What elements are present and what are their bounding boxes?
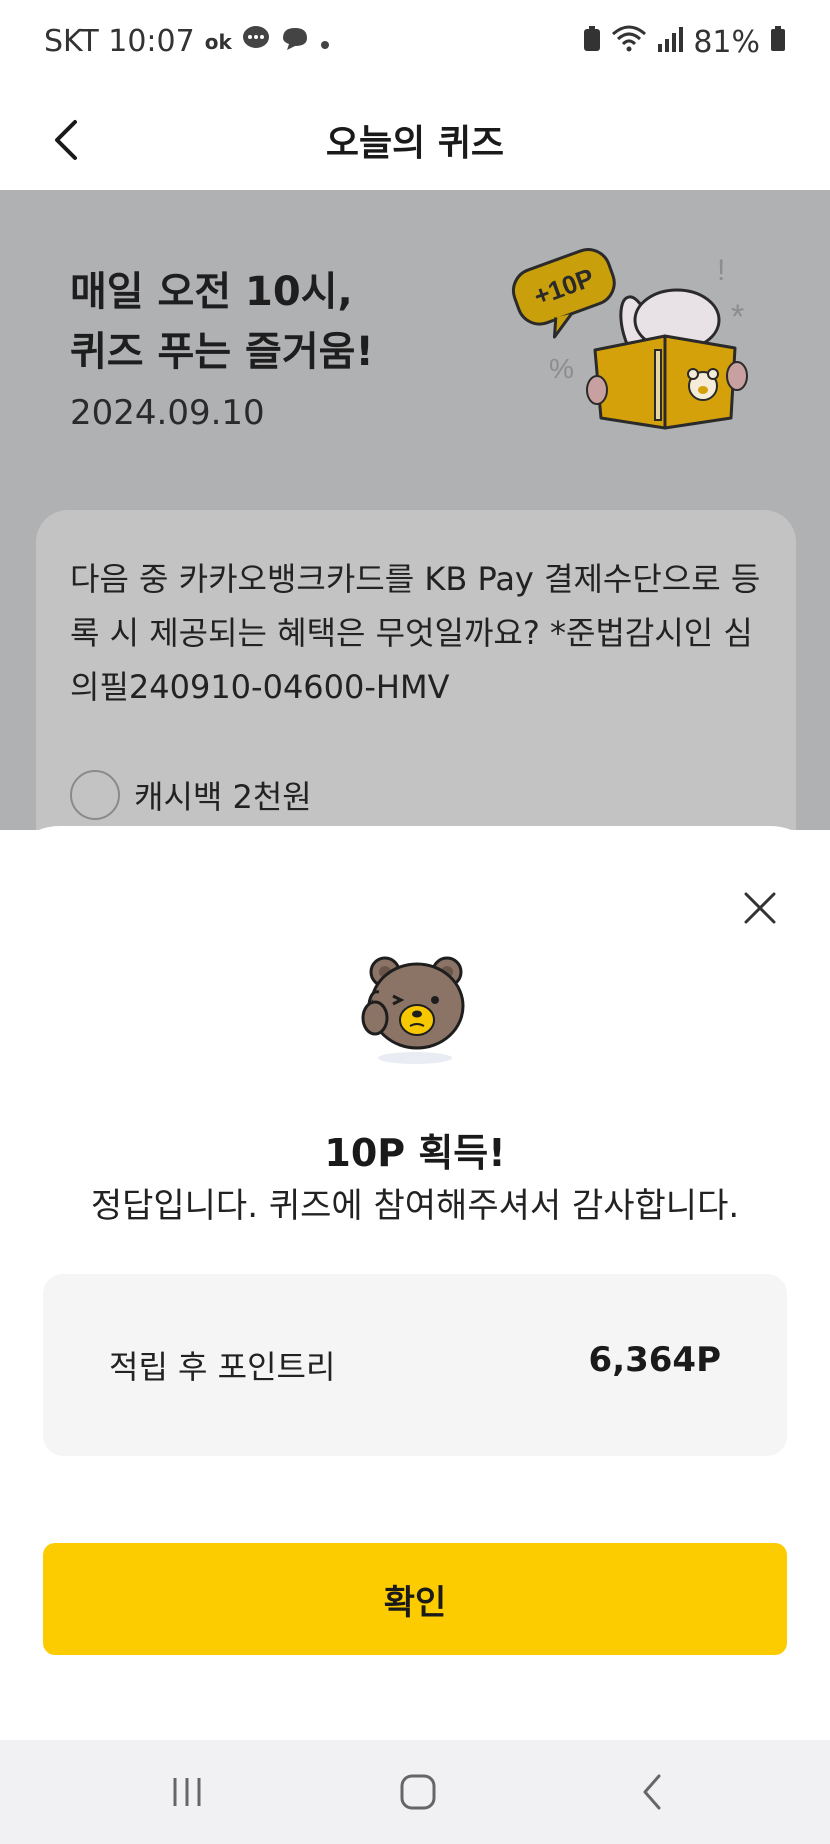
hero-title-line1: 매일 오전 10시, [70,269,353,315]
svg-text:!: ! [717,254,725,287]
question-text: 다음 중 카카오뱅크카드를 KB Pay 결제수단으로 등록 시 제공되는 혜택… [70,560,761,706]
status-left: SKT 10:07 ok [44,24,330,59]
points-label: 적립 후 포인트리 [109,1348,336,1386]
home-icon [400,1774,436,1810]
quiz-content-dimmed: 매일 오전 10시, 퀴즈 푸는 즐거움! 2024.09.10 +10P ! … [0,190,830,830]
book-reading-illustration: +10P ! * % [511,248,748,430]
option-label: 캐시백 2천원 [134,778,312,816]
chat-bubble-icon [280,25,310,58]
svg-text:%: % [549,353,574,384]
dot-icon [320,27,330,57]
system-navigation-bar [0,1740,830,1844]
status-bar: SKT 10:07 ok 81% [0,0,830,90]
close-button[interactable] [734,882,786,934]
bear-icon [361,956,465,1050]
hero-title: 매일 오전 10시, 퀴즈 푸는 즐거움! [70,262,374,382]
confirm-button[interactable]: 확인 [43,1543,787,1655]
radio-button[interactable] [70,770,120,820]
battery-icon [770,25,786,60]
bear-shadow [378,1052,452,1064]
status-right: 81% [583,24,786,60]
battery-saver-icon [583,25,601,60]
signal-icon [657,25,684,60]
ok-notification-icon: ok [204,29,232,54]
answer-option-1[interactable]: 캐시백 2천원 [70,770,312,820]
home-button[interactable] [388,1770,448,1814]
reward-bottom-sheet: 10P 획득! 정답입니다. 퀴즈에 참여해주셔서 감사합니다. 적립 후 포인… [0,826,830,1740]
nav-back-icon [643,1774,661,1810]
page-title: 오늘의 퀴즈 [325,123,505,164]
message-icon [242,25,270,58]
question-card: 다음 중 카카오뱅크카드를 KB Pay 결제수단으로 등록 시 제공되는 혜택… [36,510,796,830]
app-header: 오늘의 퀴즈 [0,90,830,190]
quiz-date: 2024.09.10 [70,393,265,433]
recents-button[interactable] [157,1770,217,1814]
recents-icon [173,1778,201,1806]
reward-title: 10P 획득! [324,1131,506,1175]
points-value: 6,364P [588,1340,721,1380]
nav-back-button[interactable] [622,1770,682,1814]
close-icon [744,892,776,924]
points-summary-box: 적립 후 포인트리 6,364P [43,1274,787,1456]
reward-message: 정답입니다. 퀴즈에 참여해주셔서 감사합니다. [90,1186,740,1226]
carrier-time: SKT 10:07 [44,24,195,59]
hero-title-line2: 퀴즈 푸는 즐거움! [70,329,374,375]
battery-percent: 81% [693,24,760,60]
wifi-icon [611,24,647,60]
svg-text:*: * [731,298,744,336]
